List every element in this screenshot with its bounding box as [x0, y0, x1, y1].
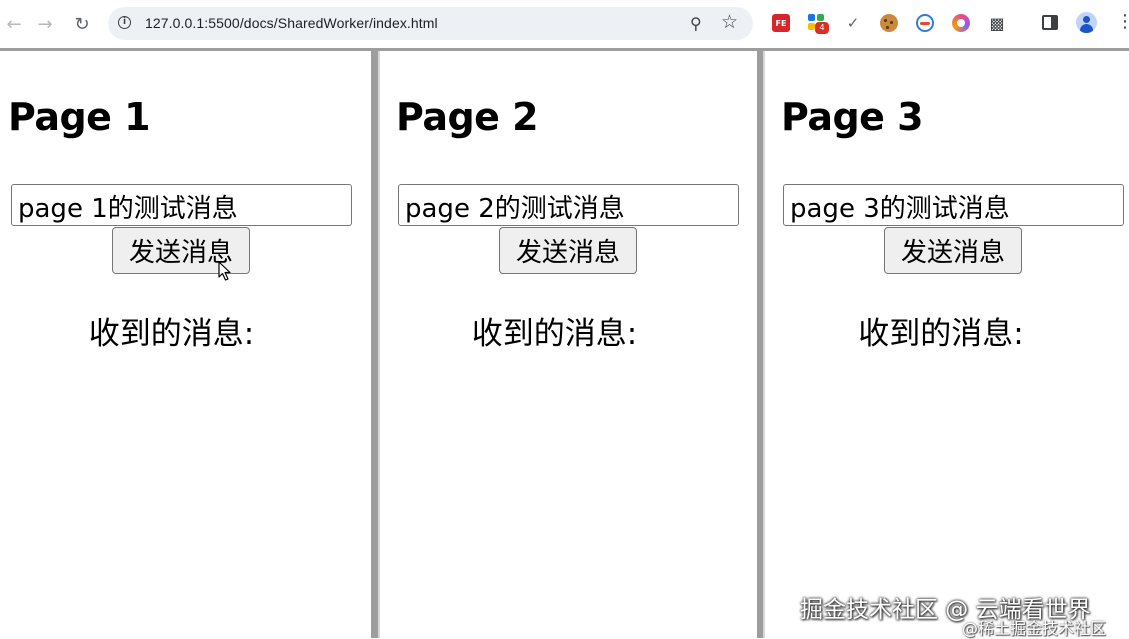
- received-messages-label: 收到的消息:: [88, 316, 255, 352]
- forward-arrow-icon[interactable]: →: [33, 12, 57, 36]
- page-frame-1: Page 1 发送消息 收到的消息:: [0, 51, 371, 638]
- zoom-icon[interactable]: ⚲: [690, 14, 702, 33]
- page-frame-3: Page 3 发送消息 收到的消息:: [763, 51, 1129, 638]
- frameset: Page 1 发送消息 收到的消息: Page 2 发送消息 收到的消息: Pa…: [0, 48, 1129, 638]
- address-bar[interactable]: i 127.0.0.1:5500/docs/SharedWorker/index…: [108, 7, 753, 40]
- profile-icon[interactable]: [1076, 12, 1097, 33]
- extension-grid-icon[interactable]: 4: [808, 14, 829, 34]
- url-text[interactable]: 127.0.0.1:5500/docs/SharedWorker/index.h…: [145, 15, 438, 31]
- send-message-button[interactable]: 发送消息: [884, 227, 1022, 274]
- page-title: Page 3: [781, 95, 924, 139]
- message-input[interactable]: [783, 184, 1124, 226]
- extension-fe-icon[interactable]: FE: [772, 14, 790, 32]
- extension-badge: 4: [815, 22, 829, 34]
- watermark-sub: @稀土掘金技术社区: [962, 619, 1107, 638]
- received-messages-label: 收到的消息:: [858, 316, 1024, 352]
- side-panel-icon[interactable]: [1042, 15, 1058, 30]
- reload-icon[interactable]: ↻: [70, 12, 94, 36]
- received-messages-label: 收到的消息:: [471, 316, 638, 352]
- page-frame-2: Page 2 发送消息 收到的消息:: [378, 51, 757, 638]
- page-title: Page 1: [8, 95, 151, 139]
- message-input[interactable]: [398, 184, 739, 226]
- send-message-button[interactable]: 发送消息: [499, 227, 637, 274]
- grid-square: [808, 14, 815, 21]
- cookie-icon[interactable]: [880, 14, 898, 32]
- site-info-icon[interactable]: i: [118, 16, 131, 29]
- grid-square: [808, 23, 815, 30]
- ring-icon[interactable]: [952, 14, 970, 32]
- grid-square: [817, 14, 824, 21]
- page-title: Page 2: [396, 95, 539, 139]
- puzzle-icon[interactable]: ▩: [988, 14, 1006, 33]
- star-icon[interactable]: ☆: [721, 11, 738, 33]
- back-arrow-icon[interactable]: ←: [2, 12, 26, 36]
- mouse-cursor-icon: [218, 261, 231, 281]
- menu-icon[interactable]: ⋮: [1116, 13, 1129, 31]
- browser-toolbar: ← → ↻ i 127.0.0.1:5500/docs/SharedWorker…: [0, 0, 1129, 48]
- color-picker-icon[interactable]: ✓: [844, 14, 862, 32]
- message-input[interactable]: [11, 184, 352, 226]
- globe-icon[interactable]: [916, 14, 934, 32]
